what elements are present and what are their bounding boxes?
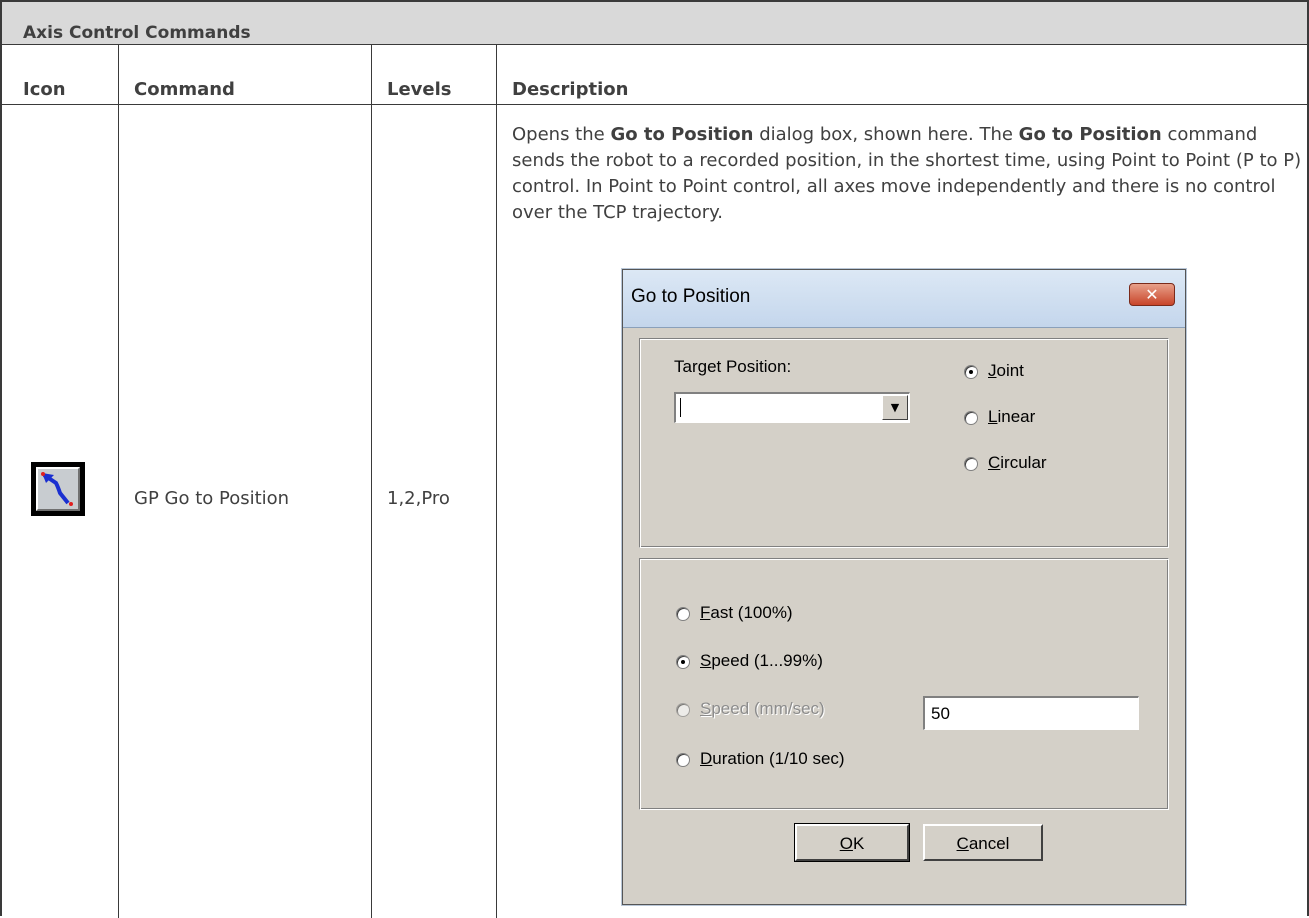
text-cursor	[680, 398, 681, 417]
hotkey-letter: C	[988, 453, 1001, 472]
column-header-levels: Levels	[387, 79, 452, 100]
radio-fast[interactable]	[676, 607, 690, 621]
radio-speed-percent-label[interactable]: Speed (1...99%)	[700, 651, 823, 671]
hotkey-letter: D	[700, 749, 713, 768]
description-text: dialog box, shown here. The	[753, 124, 1019, 145]
radio-duration[interactable]	[676, 753, 690, 767]
radio-speed-percent[interactable]	[676, 655, 690, 669]
label-text: inear	[997, 407, 1036, 426]
hotkey-letter: C	[956, 834, 969, 853]
label-text: uration (1/10 sec)	[712, 749, 845, 768]
label-text: ast (100%)	[710, 603, 793, 622]
label-text: oint	[996, 361, 1024, 380]
section-title: Axis Control Commands	[2, 2, 1307, 45]
chevron-down-icon[interactable]: ▼	[882, 395, 908, 420]
column-header-command: Command	[134, 79, 235, 100]
dialog-title: Go to Position	[631, 286, 751, 307]
column-divider	[118, 45, 119, 918]
hotkey-letter: J	[988, 361, 997, 380]
label-text: K	[852, 834, 865, 853]
target-position-label: Target Position:	[674, 357, 792, 376]
speed-value-input[interactable]: 50	[923, 696, 1139, 730]
description-bold: Go to Position	[1018, 124, 1162, 145]
column-header-description: Description	[512, 79, 629, 100]
radio-linear[interactable]	[964, 411, 978, 425]
target-group: Target Position: ▼ Joint Linear Circular	[639, 338, 1169, 548]
radio-speed-mm	[676, 703, 690, 717]
command-name: GP Go to Position	[134, 488, 290, 509]
axis-control-table: Axis Control Commands Icon Command Level…	[0, 0, 1309, 918]
label-text: ircular	[1000, 453, 1047, 472]
command-levels: 1,2,Pro	[387, 488, 450, 509]
column-divider	[496, 45, 497, 918]
command-description: Opens the Go to Position dialog box, sho…	[512, 122, 1302, 226]
hotkey-letter: F	[700, 603, 711, 622]
dialog-body: Target Position: ▼ Joint Linear Circular…	[629, 328, 1179, 900]
description-text: Opens the	[512, 124, 611, 145]
radio-speed-mm-label: Speed (mm/sec)	[700, 699, 825, 719]
radio-fast-label[interactable]: Fast (100%)	[700, 603, 793, 623]
radio-circular-label[interactable]: Circular	[988, 453, 1047, 473]
column-header-icon: Icon	[23, 79, 66, 100]
go-to-position-icon	[31, 462, 85, 516]
radio-joint[interactable]	[964, 365, 978, 379]
label-text: peed (mm/sec)	[711, 699, 825, 718]
dialog-titlebar: Go to Position ✕	[623, 270, 1185, 328]
close-icon[interactable]: ✕	[1129, 283, 1175, 306]
hotkey-letter: S	[700, 699, 712, 718]
hotkey-letter: O	[839, 834, 853, 853]
radio-joint-label[interactable]: Joint	[988, 361, 1024, 381]
target-position-combo[interactable]: ▼	[674, 392, 910, 423]
cancel-button[interactable]: Cancel	[923, 824, 1043, 861]
radio-circular[interactable]	[964, 457, 978, 471]
column-divider	[371, 45, 372, 918]
label-text: ancel	[968, 834, 1010, 853]
label-text: peed (1...99%)	[711, 651, 823, 670]
radio-linear-label[interactable]: Linear	[988, 407, 1035, 427]
ok-button[interactable]: OK	[794, 823, 910, 862]
speed-group: Fast (100%) Speed (1...99%) Speed (mm/se…	[639, 558, 1169, 810]
column-header-row: Icon Command Levels Description	[2, 45, 1307, 105]
go-to-position-dialog: Go to Position ✕ Target Position: ▼ Join…	[622, 269, 1186, 905]
radio-duration-label[interactable]: Duration (1/10 sec)	[700, 749, 845, 769]
hotkey-letter: S	[700, 651, 712, 670]
description-bold: Go to Position	[610, 124, 754, 145]
